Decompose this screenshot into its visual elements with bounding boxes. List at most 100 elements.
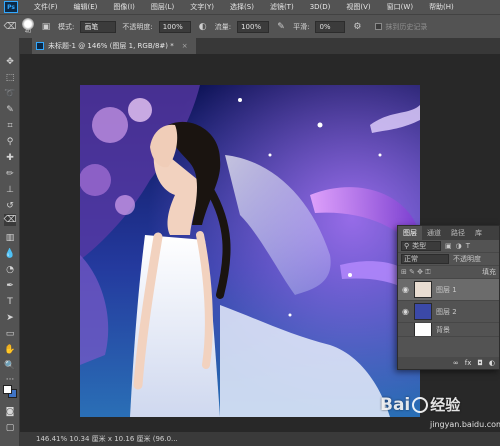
smoothing-gear-icon[interactable]: ⚙ <box>351 21 363 33</box>
layer-filter-row: ⚲ 类型 ▣ ◑ T <box>398 240 499 253</box>
visibility-eye-icon[interactable]: ◉ <box>401 307 410 316</box>
marquee-tool-icon[interactable]: ⬚ <box>4 72 16 84</box>
blur-tool-icon[interactable]: 💧 <box>4 248 16 260</box>
type-tool-icon[interactable]: T <box>4 296 16 308</box>
mode-label: 模式: <box>58 22 75 31</box>
quick-mask-icon[interactable]: ◙ <box>4 406 16 418</box>
watermark-url: jingyan.baidu.com <box>430 420 500 429</box>
lock-icons[interactable]: ⊞ ✎ ✥ ⚿ <box>401 268 431 277</box>
menu-select[interactable]: 选择(S) <box>222 2 262 12</box>
hand-tool-icon[interactable]: ✋ <box>4 344 16 356</box>
smoothing-field[interactable]: 0% <box>315 20 346 33</box>
erase-to-history-label: 抹到历史记录 <box>385 22 428 31</box>
blend-mode-value: 正常 <box>404 255 418 263</box>
layers-panel-tabs: 图层 通道 路径 库 <box>398 226 499 240</box>
history-brush-tool-icon[interactable]: ↺ <box>4 200 16 212</box>
artwork-illustration <box>80 85 420 417</box>
menu-view[interactable]: 视图(V) <box>338 2 378 12</box>
menu-help[interactable]: 帮助(H) <box>421 2 462 12</box>
quick-select-tool-icon[interactable]: ✎ <box>4 104 16 116</box>
tab-layers[interactable]: 图层 <box>398 226 422 240</box>
document-tab[interactable]: 未标题-1 @ 146% (图层 1, RGB/8#) * × <box>32 38 196 54</box>
move-tool-icon[interactable]: ✥ <box>4 56 16 68</box>
menu-window[interactable]: 窗口(W) <box>379 2 421 12</box>
blend-mode-select[interactable]: 正常 <box>401 254 449 264</box>
brush-tool-icon[interactable]: ✏ <box>4 168 16 180</box>
fill-label: 填充 <box>482 268 496 276</box>
rectangle-tool-icon[interactable]: ▭ <box>4 328 16 340</box>
foreground-color-swatch[interactable] <box>3 385 12 394</box>
menu-type[interactable]: 文字(Y) <box>182 2 222 12</box>
brush-size: 40 <box>24 29 32 35</box>
tab-libraries[interactable]: 库 <box>470 226 487 240</box>
link-layers-icon[interactable]: ∞ <box>453 359 459 367</box>
healing-brush-tool-icon[interactable]: ✚ <box>4 152 16 164</box>
smoothing-label: 平滑: <box>293 22 310 31</box>
layer-row-1[interactable]: ◉ 图层 1 <box>398 279 499 301</box>
layer-kind-filter[interactable]: ⚲ 类型 <box>401 241 441 251</box>
adjustment-layer-icon[interactable]: ◐ <box>489 359 495 367</box>
menu-file[interactable]: 文件(F) <box>26 2 66 12</box>
airbrush-icon[interactable]: ✎ <box>275 21 287 33</box>
layer-row-2[interactable]: ◉ 图层 2 <box>398 301 499 323</box>
status-text: 146.41% 10.34 厘米 x 10.16 厘米 (96.0... <box>36 435 178 443</box>
erase-to-history-option[interactable]: 抹到历史记录 <box>375 22 427 32</box>
clone-stamp-tool-icon[interactable]: ⊥ <box>4 184 16 196</box>
brush-preset-picker[interactable]: 40 <box>22 18 34 35</box>
filter-adjustment-icon[interactable]: ◑ <box>456 242 462 250</box>
menu-image[interactable]: 图像(I) <box>105 2 143 12</box>
watermark: Bai 经验 <box>380 394 460 415</box>
tab-paths[interactable]: 路径 <box>446 226 470 240</box>
filter-pixel-icon[interactable]: ▣ <box>445 242 452 250</box>
layer-effects-button[interactable]: fx <box>465 359 472 367</box>
pen-tool-icon[interactable]: ✒ <box>4 280 16 292</box>
mode-select[interactable]: 画笔 <box>80 20 117 33</box>
brush-settings-icon[interactable]: ▣ <box>40 21 52 33</box>
close-tab-icon[interactable]: × <box>182 42 188 50</box>
opacity-field[interactable]: 100% <box>158 20 191 33</box>
watermark-brand: Bai <box>380 394 411 415</box>
blend-row: 正常 不透明度 <box>398 253 499 266</box>
add-mask-icon[interactable]: ◘ <box>477 359 483 367</box>
paw-icon <box>412 396 429 413</box>
eyedropper-tool-icon[interactable]: ⚲ <box>4 136 16 148</box>
zoom-tool-icon[interactable]: 🔍 <box>4 360 16 372</box>
gradient-tool-icon[interactable]: ▥ <box>4 232 16 244</box>
opacity-label: 不透明度: <box>122 22 153 31</box>
filter-type-icon[interactable]: T <box>466 242 470 250</box>
menu-layer[interactable]: 图层(L) <box>143 2 182 12</box>
watermark-brand-suffix: 经验 <box>430 396 461 414</box>
search-icon: ⚲ <box>404 242 410 250</box>
ps-document-icon <box>36 42 44 50</box>
layer-thumbnail <box>414 303 432 320</box>
layer-name: 背景 <box>436 325 450 334</box>
path-select-tool-icon[interactable]: ➤ <box>4 312 16 324</box>
opacity-label: 不透明度 <box>453 255 481 263</box>
tools-panel: ✥ ⬚ ➰ ✎ ⌗ ⚲ ✚ ✏ ⊥ ↺ ⌫ ▥ 💧 ◔ ✒ T ➤ ▭ ✋ 🔍 … <box>0 38 20 446</box>
eraser-tool-icon[interactable]: ⌫ <box>4 21 17 33</box>
flow-value: 100% <box>241 22 262 31</box>
eraser-tool-icon[interactable]: ⌫ <box>4 214 16 226</box>
layer-row-background[interactable]: 背景 <box>398 323 499 337</box>
layer-thumbnail <box>414 323 432 336</box>
artwork-image[interactable] <box>80 85 420 417</box>
lasso-tool-icon[interactable]: ➰ <box>4 88 16 100</box>
opacity-value: 100% <box>162 22 183 31</box>
menu-edit[interactable]: 编辑(E) <box>66 2 106 12</box>
erase-to-history-checkbox[interactable] <box>375 23 383 30</box>
smoothing-value: 0% <box>319 22 331 31</box>
layer-kind-label: 类型 <box>412 242 427 250</box>
screen-mode-icon[interactable]: ▢ <box>4 422 16 434</box>
flow-field[interactable]: 100% <box>237 20 270 33</box>
menu-filter[interactable]: 滤镜(T) <box>262 2 302 12</box>
layer-name: 图层 1 <box>436 285 457 294</box>
mode-value: 画笔 <box>84 22 99 31</box>
pressure-opacity-icon[interactable]: ◐ <box>197 21 209 33</box>
dodge-tool-icon[interactable]: ◔ <box>4 264 16 276</box>
crop-tool-icon[interactable]: ⌗ <box>4 120 16 132</box>
tab-channels[interactable]: 通道 <box>422 226 446 240</box>
visibility-eye-icon[interactable]: ◉ <box>401 285 410 294</box>
lock-row: ⊞ ✎ ✥ ⚿ 填充 <box>398 266 499 279</box>
menu-3d[interactable]: 3D(D) <box>302 3 339 11</box>
document-title: 未标题-1 @ 146% (图层 1, RGB/8#) * <box>48 42 174 50</box>
